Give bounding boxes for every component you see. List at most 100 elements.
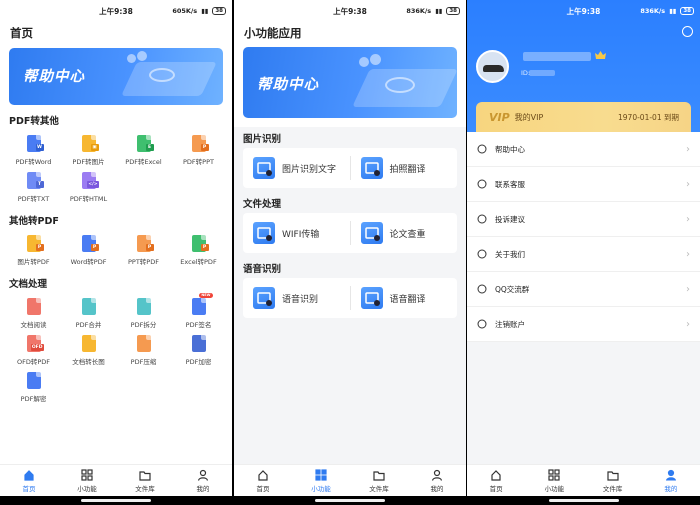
vip-card[interactable]: VIP 我的VIP 1970-01-01 到期	[476, 102, 691, 132]
home-screen: 上午9:38 605K/s ▮▮ 38 首页 帮助中心 PDF转其他 W PDF转W…	[0, 0, 232, 505]
tab-folder[interactable]: 文件库	[350, 465, 408, 496]
doc-fold	[90, 298, 96, 303]
doc-tag: P	[35, 244, 44, 251]
tab-label: 我的	[664, 484, 678, 493]
document-icon	[26, 372, 41, 389]
document-icon: T	[26, 172, 44, 189]
tool-item[interactable]: OFD OFD转PDF	[6, 335, 61, 372]
tab-user[interactable]: 我的	[174, 465, 232, 496]
gesture-handle[interactable]	[548, 499, 619, 502]
tool-label: PDF解密	[20, 395, 47, 403]
tool-item[interactable]: NEW PDF签名	[171, 293, 226, 335]
avatar[interactable]	[476, 50, 509, 83]
tool-card[interactable]: 语音翻译	[351, 287, 458, 309]
doc-tag: OFD	[30, 344, 44, 351]
tool-label: 文档阅读	[20, 321, 47, 329]
tab-folder[interactable]: 文件库	[584, 465, 642, 496]
tab-home[interactable]: 首页	[467, 465, 525, 496]
gesture-handle[interactable]	[81, 499, 151, 502]
tab-folder[interactable]: 文件库	[116, 465, 174, 496]
tool-item[interactable]: ▣ PDF转图片	[61, 135, 116, 172]
banner-text: 帮助中心	[23, 69, 85, 85]
doc-fold	[90, 335, 96, 340]
document-icon	[136, 335, 151, 352]
voice-translate-icon	[360, 287, 383, 309]
qq-icon	[477, 284, 487, 294]
doc-tag: T	[35, 181, 44, 188]
tool-item[interactable]: PDF压缩	[116, 335, 171, 372]
tool-item[interactable]: W PDF转Word	[6, 135, 61, 172]
document-icon: P	[191, 235, 209, 252]
tool-label: Word转PDF	[70, 258, 107, 266]
tab-home[interactable]: 首页	[234, 465, 292, 496]
tool-item[interactable]: P PPT转PDF	[116, 235, 171, 272]
banner-ring-shape	[149, 68, 175, 82]
menu-item[interactable]: 关于我们 ›	[467, 237, 700, 272]
paper-check-icon	[360, 222, 383, 244]
settings-gear-icon[interactable]	[682, 26, 693, 37]
tool-label: PDF转Excel	[125, 158, 162, 166]
tool-card[interactable]: 语音识别	[243, 287, 350, 309]
tool-item[interactable]: 文档转长图	[61, 335, 116, 372]
menu-item[interactable]: 帮助中心 ›	[467, 132, 700, 167]
tab-user[interactable]: 我的	[642, 465, 700, 496]
tab-grid[interactable]: 小功能	[58, 465, 116, 496]
tool-item[interactable]: P Excel转PDF	[171, 235, 226, 272]
tool-label: Excel转PDF	[180, 258, 217, 266]
menu-item[interactable]: 联系客服 ›	[467, 167, 700, 202]
section-title: PDF转其他	[9, 116, 59, 127]
document-icon: NEW	[191, 293, 213, 315]
menu-item[interactable]: 注销账户 ›	[467, 307, 700, 342]
grid-icon	[81, 468, 93, 481]
tab-grid[interactable]: 小功能	[292, 465, 350, 496]
doc-fold	[200, 335, 206, 340]
tool-card[interactable]: 论文查重	[351, 222, 458, 244]
tool-sections: 图片识别 图片识别文字 拍照翻译 文件处理 WIFI传输 论文查重 语音识别 语音识别 语音翻译	[234, 130, 466, 318]
help-center-banner[interactable]: 帮助中心	[243, 47, 457, 118]
tab-user[interactable]: 我的	[408, 465, 466, 496]
tool-label: PDF拆分	[130, 321, 157, 329]
menu-item[interactable]: 投诉建议 ›	[467, 202, 700, 237]
tool-item[interactable]: PDF合并	[61, 298, 116, 335]
tool-item[interactable]: PDF解密	[6, 372, 61, 409]
folder-icon	[607, 469, 619, 481]
tool-label: PDF转HTML	[69, 195, 108, 203]
doc-fold	[145, 235, 151, 240]
tab-grid[interactable]: 小功能	[525, 465, 583, 496]
signal-icon: ▮▮	[435, 7, 443, 15]
tool-item[interactable]: T PDF转TXT	[6, 172, 61, 209]
tool-card[interactable]: 图片识别文字	[243, 157, 350, 179]
tool-item[interactable]: </> PDF转HTML	[61, 172, 116, 209]
camera-translate-icon	[360, 157, 383, 179]
tab-home[interactable]: 首页	[0, 465, 58, 496]
voice-recognition-icon	[253, 287, 275, 309]
help-center-banner[interactable]: 帮助中心	[9, 48, 223, 105]
doc-tag: W	[35, 144, 44, 151]
tool-item[interactable]: E PDF转Excel	[116, 135, 171, 172]
tab-label: 首页	[489, 484, 503, 493]
gesture-handle[interactable]	[315, 499, 385, 502]
document-icon: P	[81, 235, 99, 252]
banner-text: 帮助中心	[257, 77, 319, 93]
tool-label: PDF转TXT	[17, 195, 50, 203]
tool-item[interactable]: P PDF转PPT	[171, 135, 226, 172]
user-id-redacted	[529, 70, 555, 76]
about-icon	[477, 249, 487, 259]
status-bar: 上午9:38 605K/s ▮▮ 38	[0, 0, 232, 22]
tab-label: 小功能	[544, 484, 565, 493]
tool-card[interactable]: 拍照翻译	[351, 157, 458, 179]
menu-item[interactable]: QQ交流群 ›	[467, 272, 700, 307]
tool-card[interactable]: WIFI传输	[243, 222, 350, 244]
tool-item[interactable]: PDF拆分	[116, 298, 171, 335]
gesture-bar	[0, 496, 232, 505]
home-icon	[257, 469, 269, 481]
tool-item[interactable]: P Word转PDF	[61, 235, 116, 272]
tool-item[interactable]: P 图片转PDF	[6, 235, 61, 272]
grid-icon	[548, 468, 560, 481]
banner-ring-shape	[385, 77, 415, 93]
section-title: 文件处理	[243, 199, 282, 210]
tab-label: 首页	[256, 484, 270, 493]
document-icon	[81, 298, 96, 315]
tool-item[interactable]: PDF加密	[171, 335, 226, 372]
tool-item[interactable]: 文档阅读	[6, 298, 61, 335]
